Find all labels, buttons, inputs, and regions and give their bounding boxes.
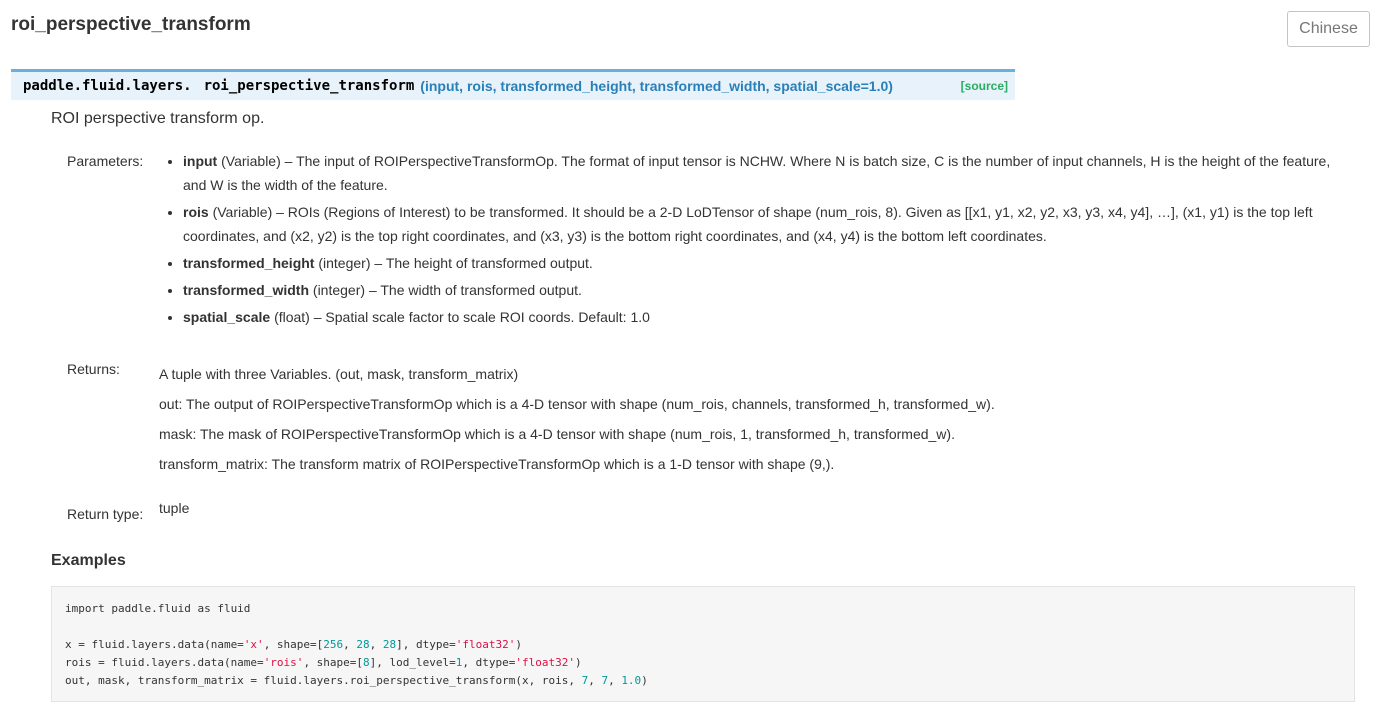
returns-body: A tuple with three Variables. (out, mask…: [159, 365, 995, 485]
signature-params: (input, rois, transformed_height, transf…: [420, 78, 893, 94]
signature-name: roi_perspective_transform: [203, 78, 415, 94]
api-signature: paddle.fluid.layers. roi_perspective_tra…: [11, 69, 1015, 100]
description: ROI perspective transform op.: [51, 110, 265, 127]
source-link[interactable]: [source]: [961, 79, 1008, 93]
return-type-label: Return type:: [67, 506, 144, 522]
signature-prefix: paddle.fluid.layers.: [23, 78, 192, 94]
returns-line: transform_matrix: The transform matrix o…: [159, 456, 835, 472]
param-item-rois: rois (Variable) – ROIs (Regions of Inter…: [183, 200, 1345, 248]
page-title: roi_perspective_transform: [11, 14, 251, 35]
returns-line: out: The output of ROIPerspectiveTransfo…: [159, 396, 995, 412]
parameters-label: Parameters:: [67, 153, 144, 169]
param-item-spatial-scale: spatial_scale (float) – Spatial scale fa…: [183, 305, 1345, 329]
param-item-transformed-height: transformed_height (integer) – The heigh…: [183, 251, 1345, 275]
examples-heading: Examples: [51, 552, 126, 569]
language-toggle-button[interactable]: Chinese: [1287, 11, 1370, 47]
returns-line: mask: The mask of ROIPerspectiveTransfor…: [159, 426, 955, 442]
param-item-transformed-width: transformed_width (integer) – The width …: [183, 278, 1345, 302]
code-example[interactable]: import paddle.fluid as fluid x = fluid.l…: [51, 586, 1355, 702]
param-item-input: input (Variable) – The input of ROIPersp…: [183, 149, 1345, 197]
returns-label: Returns:: [67, 361, 120, 377]
return-type-value: tuple: [159, 500, 190, 516]
parameters-list: input (Variable) – The input of ROIPersp…: [163, 149, 1345, 332]
returns-line: A tuple with three Variables. (out, mask…: [159, 366, 519, 382]
